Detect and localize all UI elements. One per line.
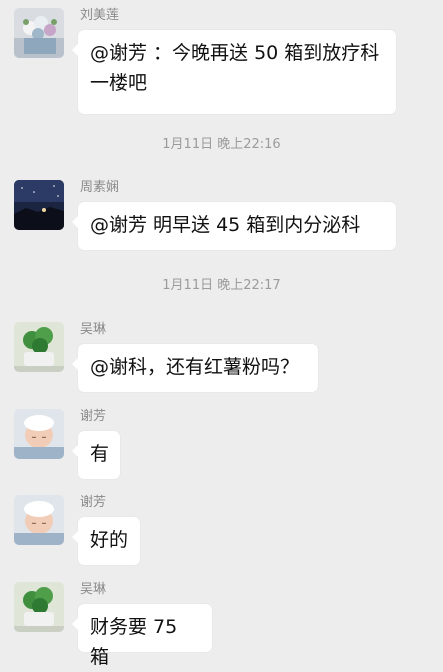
sender-name: 吴琳 [80,322,107,337]
sender-name: 谢芳 [80,409,107,424]
plant-avatar-icon[interactable] [14,582,64,632]
chat-history[interactable]: 刘美莲 @谢芳 ：今晚再送 50 箱到放疗科一楼吧 1月11日 晚上22:16 … [0,0,443,668]
baby-avatar-icon[interactable] [14,495,64,545]
flowers-avatar-icon[interactable] [14,8,64,58]
message-bubble[interactable]: 财务要 75 箱 [72,604,212,668]
timestamp: 1月11日 晚上22:16 [162,137,281,152]
sender-name: 吴琳 [80,582,107,597]
message-bubble[interactable]: 好的 [72,517,140,565]
sender-name: 刘美莲 [80,8,120,23]
sender-name: 谢芳 [80,495,107,510]
sender-name: 周素娴 [80,180,120,195]
message-bubble[interactable]: @谢科，还有红薯粉吗？ [72,344,318,392]
plant-avatar-icon[interactable] [14,322,64,372]
night-sky-avatar-icon[interactable] [14,180,64,230]
baby-avatar-icon[interactable] [14,409,64,459]
message-bubble[interactable]: @谢芳 ：今晚再送 50 箱到放疗科一楼吧 [72,30,396,114]
message-bubble[interactable]: @谢芳 明早送 45 箱到内分泌科 [72,202,396,250]
timestamp: 1月11日 晚上22:17 [162,278,281,293]
message-bubble[interactable]: 有 [72,431,120,479]
